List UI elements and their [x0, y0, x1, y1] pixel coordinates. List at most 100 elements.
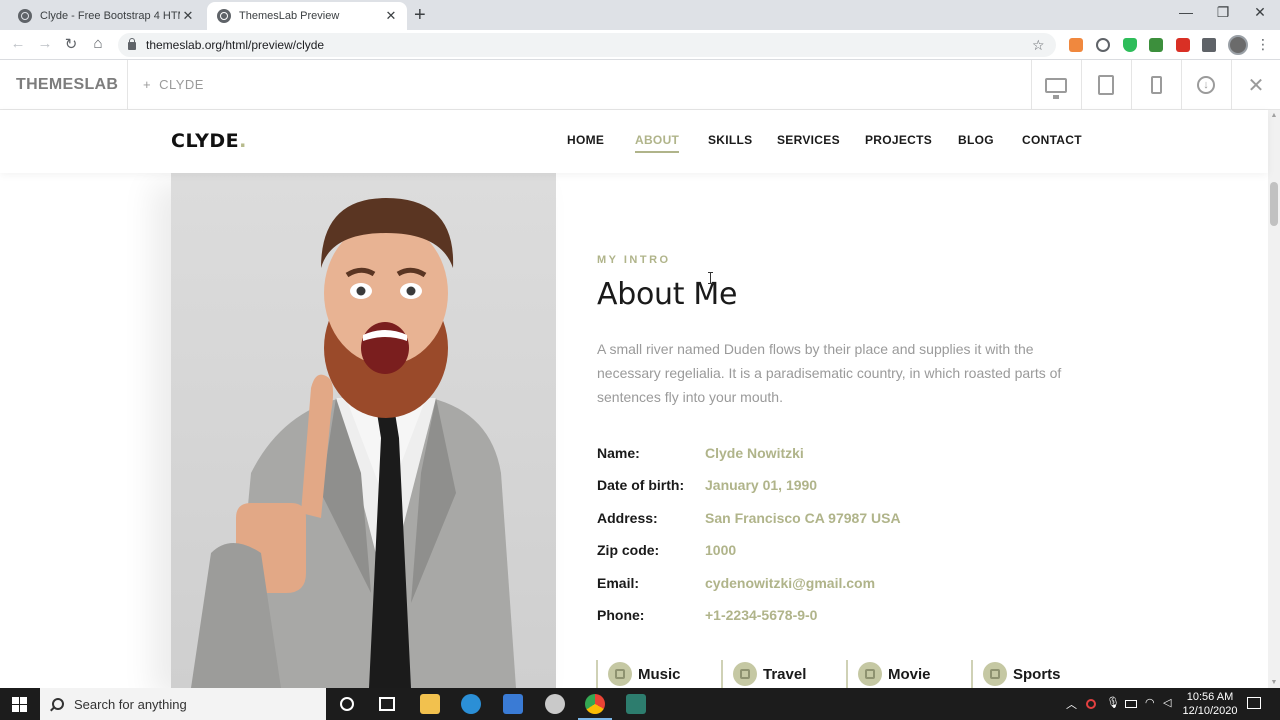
- search-icon: [52, 698, 64, 710]
- logo-text: CLYDE: [171, 130, 240, 152]
- windows-taskbar: Search for anything ︿ 🎙 ◠ ◁ 10:56 AM 12/…: [0, 688, 1280, 720]
- chrome-icon[interactable]: [585, 694, 605, 714]
- profile-photo: [171, 173, 556, 688]
- taskbar-clock[interactable]: 10:56 AM 12/10/2020: [1180, 690, 1240, 718]
- tablet-icon: [1098, 75, 1114, 95]
- info-label: Email:: [597, 575, 640, 591]
- scroll-down-icon[interactable]: ▼: [1270, 679, 1278, 686]
- cortana-icon[interactable]: [340, 697, 354, 711]
- download-icon: ↓: [1197, 76, 1215, 94]
- globe-icon: [18, 9, 32, 23]
- lock-icon: [128, 38, 136, 50]
- nav-projects[interactable]: PROJECTS: [865, 133, 932, 147]
- address-bar[interactable]: themeslab.org/html/preview/clyde ☆: [118, 33, 1056, 57]
- globe-icon: [217, 9, 231, 23]
- ball-icon: [983, 662, 1007, 686]
- extension-icon[interactable]: [1069, 38, 1083, 52]
- nav-home[interactable]: HOME: [567, 133, 604, 147]
- volume-icon[interactable]: ◁: [1163, 696, 1171, 709]
- block-icon[interactable]: [1096, 38, 1110, 52]
- nav-services[interactable]: SERVICES: [777, 133, 840, 147]
- wifi-icon[interactable]: ◠: [1145, 696, 1155, 709]
- clock-time: 10:56 AM: [1186, 691, 1234, 703]
- windows-start-icon[interactable]: [12, 697, 27, 712]
- back-icon[interactable]: ←: [8, 35, 28, 52]
- section-eyebrow: MY INTRO: [597, 254, 671, 266]
- task-view-icon[interactable]: [379, 697, 395, 711]
- browser-tab-themeslab[interactable]: ThemesLab Preview ✕: [207, 2, 407, 30]
- preview-bar: THEMESLAB + CLYDE ↓ ✕: [0, 60, 1280, 110]
- themeslab-logo[interactable]: THEMESLAB: [16, 76, 118, 94]
- bookmark-star-icon[interactable]: ☆: [1032, 37, 1056, 54]
- download-button[interactable]: ↓: [1181, 60, 1230, 110]
- url-text: themeslab.org/html/preview/clyde: [146, 38, 325, 52]
- mobile-view-button[interactable]: [1131, 60, 1180, 110]
- hobby-sports: Sports: [971, 660, 1061, 688]
- info-value: Clyde Nowitzki: [705, 445, 804, 461]
- film-icon: [858, 662, 882, 686]
- file-explorer-icon[interactable]: [420, 694, 440, 714]
- nav-blog[interactable]: BLOG: [958, 133, 994, 147]
- text-cursor-icon: [708, 272, 715, 284]
- profile-avatar[interactable]: [1228, 35, 1248, 55]
- home-icon[interactable]: ⌂: [88, 35, 108, 52]
- close-icon: ✕: [1247, 74, 1265, 97]
- desktop-view-button[interactable]: [1031, 60, 1080, 110]
- info-value[interactable]: cydenowitzki@gmail.com: [705, 575, 875, 591]
- reload-icon[interactable]: ↻: [61, 35, 81, 53]
- hobby-label: Music: [638, 665, 681, 683]
- tab-close-icon[interactable]: ✕: [383, 8, 399, 24]
- battery-icon[interactable]: [1125, 700, 1137, 708]
- logo-dot: .: [239, 130, 247, 152]
- app-icon[interactable]: [545, 694, 565, 714]
- hobby-music: Music: [596, 660, 681, 688]
- mobile-icon: [1150, 76, 1162, 94]
- forward-icon[interactable]: →: [35, 35, 55, 52]
- extension-icon[interactable]: [1149, 38, 1163, 52]
- window-close-button[interactable]: ✕: [1242, 4, 1278, 21]
- tablet-view-button[interactable]: [1081, 60, 1130, 110]
- info-value[interactable]: +1-2234-5678-9-0: [705, 607, 817, 623]
- record-icon[interactable]: [1086, 699, 1096, 709]
- microphone-icon[interactable]: 🎙: [1106, 696, 1120, 709]
- extension-icon[interactable]: [1176, 38, 1190, 52]
- browser-toolbar: ← → ↻ ⌂ themeslab.org/html/preview/clyde…: [0, 30, 1280, 60]
- theme-selector[interactable]: + CLYDE: [143, 77, 204, 92]
- info-label: Address:: [597, 510, 658, 526]
- mail-icon[interactable]: [503, 694, 523, 714]
- menu-kebab-icon[interactable]: ⋮: [1256, 36, 1270, 53]
- theme-name: CLYDE: [159, 77, 204, 92]
- browser-tabstrip: Clyde - Free Bootstrap 4 HTML5 ✕ ThemesL…: [0, 0, 1280, 30]
- nav-skills[interactable]: SKILLS: [708, 133, 752, 147]
- tab-title: Clyde - Free Bootstrap 4 HTML5: [40, 10, 180, 22]
- info-value: January 01, 1990: [705, 477, 818, 493]
- luggage-icon: [733, 662, 757, 686]
- scroll-up-icon[interactable]: ▲: [1270, 112, 1278, 119]
- scroll-thumb[interactable]: [1270, 182, 1278, 226]
- clock-date: 12/10/2020: [1182, 705, 1238, 717]
- nav-about[interactable]: ABOUT: [635, 133, 680, 153]
- tab-close-icon[interactable]: ✕: [180, 8, 196, 24]
- hobby-label: Movie: [888, 665, 931, 683]
- divider: [127, 60, 128, 110]
- notifications-icon[interactable]: [1247, 697, 1261, 709]
- close-preview-button[interactable]: ✕: [1231, 60, 1280, 110]
- browser-tab-clyde[interactable]: Clyde - Free Bootstrap 4 HTML5 ✕: [8, 2, 204, 30]
- tab-title: ThemesLab Preview: [239, 10, 340, 22]
- site-logo[interactable]: CLYDE.: [171, 130, 247, 152]
- hobby-label: Travel: [763, 665, 807, 683]
- nav-contact[interactable]: CONTACT: [1022, 133, 1082, 147]
- page-scrollbar[interactable]: ▲ ▼: [1268, 110, 1280, 688]
- minimize-button[interactable]: —: [1168, 4, 1204, 20]
- info-label: Date of birth:: [597, 477, 685, 493]
- shield-icon[interactable]: [1123, 38, 1137, 52]
- puzzle-icon[interactable]: [1202, 38, 1216, 52]
- app-icon[interactable]: [626, 694, 646, 714]
- edge-icon[interactable]: [461, 694, 481, 714]
- about-description: A small river named Duden flows by their…: [597, 341, 1062, 405]
- tray-chevron-icon[interactable]: ︿: [1066, 696, 1077, 712]
- taskbar-search[interactable]: Search for anything: [40, 688, 326, 720]
- new-tab-button[interactable]: +: [414, 5, 426, 25]
- hobby-movie: Movie: [846, 660, 931, 688]
- maximize-button[interactable]: ❐: [1205, 4, 1241, 21]
